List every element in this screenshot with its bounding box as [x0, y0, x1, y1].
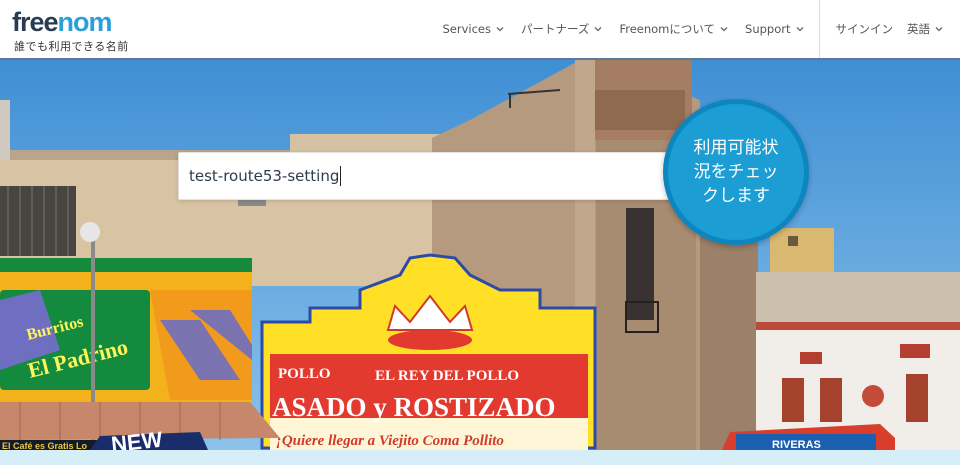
sign-riveras: RIVERAS: [772, 439, 821, 450]
nav-language-label: 英語: [907, 22, 930, 36]
nav-signin[interactable]: サインイン: [826, 0, 900, 58]
nav-partners-label: パートナーズ: [521, 22, 590, 36]
nav-partners[interactable]: パートナーズ: [513, 0, 611, 58]
nav-support[interactable]: Support: [737, 0, 812, 58]
bottom-content-strip: [0, 450, 960, 465]
main-nav: Services パートナーズ Freenomについて Support サインイ…: [435, 0, 960, 58]
nav-divider: [818, 0, 820, 58]
top-header: freenom 誰でも利用できる名前 Services パートナーズ Freen…: [0, 0, 960, 60]
check-availability-label: 利用可能状況をチェックします: [693, 138, 779, 206]
burritos-building: Burritos El Padrino: [0, 258, 252, 403]
chevron-down-icon: [935, 27, 943, 32]
sign-quiere: ¡Quiere llegar a Viejito Coma Pollito: [276, 433, 504, 449]
text-caret: [340, 166, 342, 186]
chevron-down-icon: [594, 27, 602, 32]
freenom-logo[interactable]: freenom 誰でも利用できる名前: [12, 7, 142, 53]
sign-cafe: El Café es Gratis Lo: [2, 441, 88, 450]
nav-services[interactable]: Services: [435, 0, 514, 58]
logo-wordmark: freenom: [12, 7, 113, 37]
logo-tagline: 誰でも利用できる名前: [14, 40, 129, 53]
check-availability-button[interactable]: 利用可能状況をチェックします: [663, 99, 809, 245]
domain-search-value: test-route53-setting: [189, 167, 340, 185]
nav-about-label: Freenomについて: [619, 22, 716, 36]
nav-signin-label: サインイン: [835, 22, 894, 36]
nav-language[interactable]: 英語: [899, 0, 960, 58]
domain-search-input[interactable]: test-route53-setting: [178, 152, 678, 200]
chevron-down-icon: [496, 27, 504, 32]
nav-support-label: Support: [745, 22, 791, 36]
hero-banner: Burritos El Padrino POLLO EL REY DEL POL…: [0, 60, 960, 450]
chevron-down-icon: [720, 27, 728, 32]
nav-about[interactable]: Freenomについて: [611, 0, 737, 58]
sign-pollo: POLLO: [278, 366, 331, 382]
hero-background-photo: Burritos El Padrino POLLO EL REY DEL POL…: [0, 60, 960, 450]
sign-asado: ASADO y ROSTIZADO: [272, 392, 556, 422]
chevron-down-icon: [796, 27, 803, 32]
sign-el-rey: EL REY DEL POLLO: [375, 368, 519, 384]
nav-services-label: Services: [442, 22, 492, 36]
